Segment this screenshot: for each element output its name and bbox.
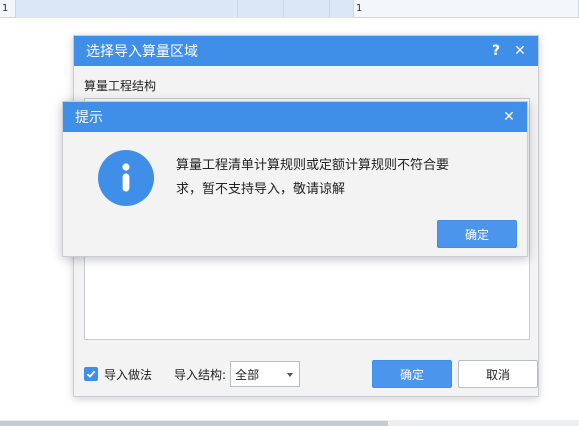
prompt-title: 提示 xyxy=(75,110,103,126)
chevron-down-icon xyxy=(287,373,294,377)
prompt-message: 算量工程清单计算规则或定额计算规则不符合要 求，暂不支持导入，敬请谅解 xyxy=(176,154,506,202)
info-icon xyxy=(98,150,154,206)
check-icon xyxy=(86,370,96,378)
select-value: 全部 xyxy=(235,367,260,382)
grid-cell xyxy=(330,0,354,18)
close-icon[interactable]: ✕ xyxy=(497,102,521,132)
background-grid-row: 1 1 xyxy=(0,0,579,18)
dialog-footer: 导入做法 导入结构: 全部 确定 取消 xyxy=(84,360,538,388)
scrollbar-thumb[interactable] xyxy=(0,421,388,426)
dialog-titlebar: 选择导入算量区域 ? ✕ xyxy=(74,36,538,66)
help-icon[interactable]: ? xyxy=(484,36,508,66)
import-structure-select[interactable]: 全部 xyxy=(230,361,301,387)
prompt-dialog: 提示 ✕ 算量工程清单计算规则或定额计算规则不符合要 求，暂不支持导入，敬请谅解… xyxy=(62,101,528,257)
cancel-button[interactable]: 取消 xyxy=(458,360,538,388)
ok-button[interactable]: 确定 xyxy=(372,360,452,388)
message-line: 求，暂不支持导入，敬请谅解 xyxy=(176,182,346,197)
grid-cell: 1 xyxy=(0,0,16,18)
message-line: 算量工程清单计算规则或定额计算规则不符合要 xyxy=(176,158,450,173)
import-structure-label: 导入结构: xyxy=(174,367,227,382)
grid-cell: 1 xyxy=(354,0,579,18)
grid-cell xyxy=(16,0,238,18)
close-icon[interactable]: ✕ xyxy=(508,36,532,66)
dialog-title: 选择导入算量区域 xyxy=(86,44,198,60)
prompt-titlebar: 提示 ✕ xyxy=(63,102,527,132)
prompt-ok-button[interactable]: 确定 xyxy=(437,220,517,248)
import-method-label: 导入做法 xyxy=(104,367,153,382)
import-method-checkbox[interactable] xyxy=(84,367,98,381)
grid-cell xyxy=(238,0,284,18)
grid-cell xyxy=(284,0,330,18)
structure-label: 算量工程结构 xyxy=(84,79,157,93)
